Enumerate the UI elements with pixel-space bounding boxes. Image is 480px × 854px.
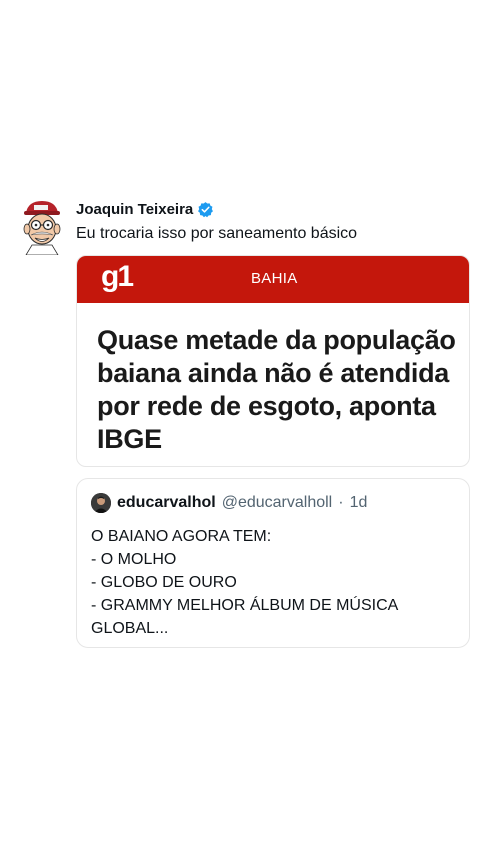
quoted-timestamp[interactable]: 1d (350, 494, 368, 512)
author-line: Joaquin Teixeira (76, 201, 214, 218)
screenshot-page: Joaquin Teixeira Eu trocaria isso por sa… (0, 0, 480, 854)
quoted-avatar[interactable] (91, 493, 111, 513)
quoted-author-name[interactable]: educarvalhol (117, 494, 216, 512)
dot-separator: · (338, 494, 344, 511)
quoted-tweet[interactable]: educarvalhol @educarvalholl · 1d O BAIAN… (76, 478, 470, 648)
quoted-author-handle[interactable]: @educarvalholl (222, 494, 333, 512)
caricature-avatar-icon (23, 201, 61, 256)
verified-badge-icon (197, 201, 214, 218)
quoted-line: - O MOLHO (91, 551, 177, 568)
author-name[interactable]: Joaquin Teixeira (76, 201, 193, 218)
news-banner: g1 BAHIA (77, 256, 469, 303)
news-card[interactable]: g1 BAHIA Quase metade da população baian… (76, 255, 470, 467)
news-section-label: BAHIA (251, 270, 298, 287)
author-avatar[interactable] (20, 199, 64, 256)
quoted-line: - GLOBO DE OURO (91, 574, 237, 591)
quoted-line: - GRAMMY MELHOR ÁLBUM DE MÚSICA (91, 597, 399, 614)
g1-logo: g1 (101, 260, 134, 293)
quoted-line: GLOBAL... (91, 620, 169, 637)
quoted-tweet-body: O BAIANO AGORA TEM: - O MOLHO - GLOBO DE… (91, 525, 461, 640)
post-text: Eu trocaria isso por saneamento básico (76, 225, 358, 242)
quoted-tweet-header: educarvalhol @educarvalholl · 1d (91, 493, 367, 513)
person-avatar-icon (91, 493, 111, 513)
news-headline: Quase metade da população baiana ainda n… (97, 325, 456, 454)
quoted-line: O BAIANO AGORA TEM: (91, 528, 272, 545)
